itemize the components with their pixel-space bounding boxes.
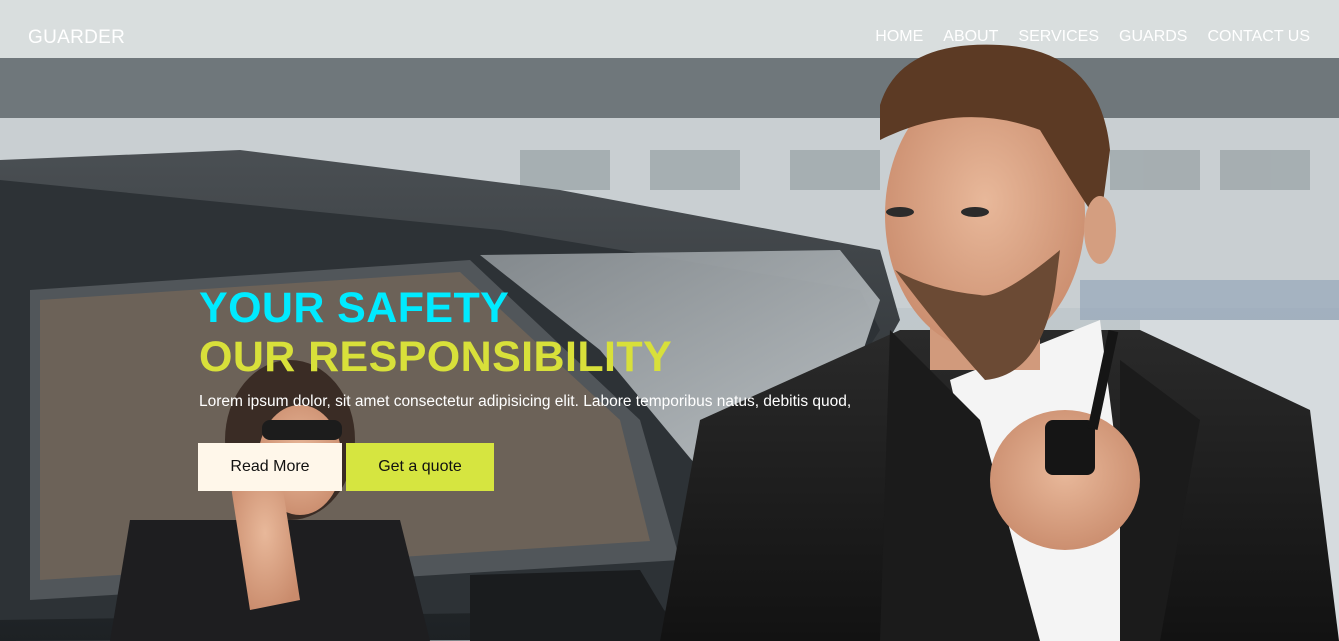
read-more-button[interactable]: Read More <box>198 443 342 491</box>
nav-home[interactable]: HOME <box>875 28 923 46</box>
nav-about[interactable]: ABOUT <box>943 28 998 46</box>
hero-buttons: Read More Get a quote <box>198 443 494 491</box>
nav-contact-us[interactable]: CONTACT US <box>1207 28 1310 46</box>
hero-title-line1: YOUR SAFETY <box>199 284 510 332</box>
nav-guards[interactable]: GUARDS <box>1119 28 1187 46</box>
main-nav: HOME ABOUT SERVICES GUARDS CONTACT US <box>855 28 1310 46</box>
get-a-quote-button[interactable]: Get a quote <box>346 443 494 491</box>
hero-title-line2: OUR RESPONSIBILITY <box>199 333 673 381</box>
hero-description: Lorem ipsum dolor, sit amet consectetur … <box>199 393 852 410</box>
site-header: GUARDER HOME ABOUT SERVICES GUARDS CONTA… <box>0 0 1339 76</box>
nav-services[interactable]: SERVICES <box>1018 28 1099 46</box>
site-logo[interactable]: GUARDER <box>28 27 125 49</box>
hero-text-block: YOUR SAFETY OUR RESPONSIBILITY Lorem ips… <box>199 284 851 411</box>
